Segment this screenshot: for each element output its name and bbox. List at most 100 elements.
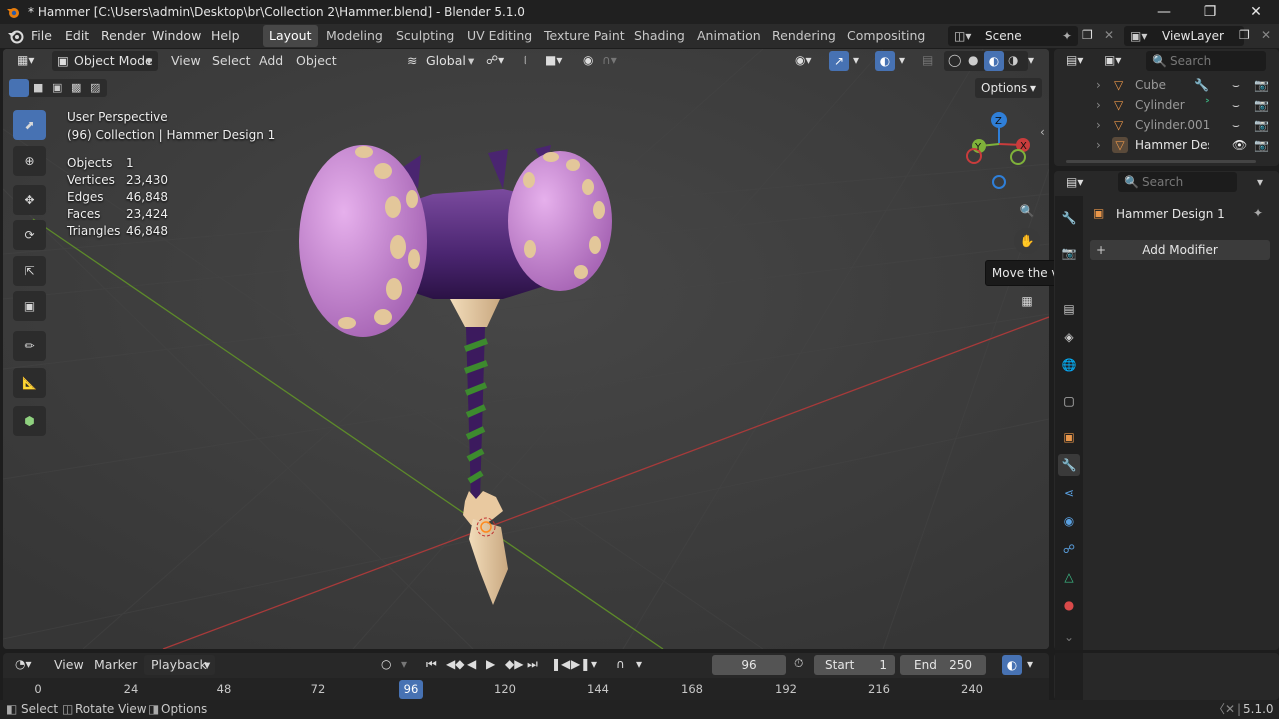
proportional-edit-icon[interactable]: ◉ [583, 53, 593, 67]
delete-scene-icon[interactable]: ✕ [1104, 28, 1114, 42]
playback-dropdown[interactable]: Playback ▾ [144, 655, 215, 675]
tab-compositing[interactable]: Compositing [841, 25, 931, 47]
delete-view-layer-icon[interactable]: ✕ [1261, 28, 1271, 42]
camera-icon[interactable]: 📷 [1254, 115, 1269, 135]
blender-menu-icon[interactable] [7, 28, 25, 47]
material-shading-icon[interactable]: ◐ [984, 51, 1004, 71]
add-cube-tool[interactable]: ⬢ [13, 406, 46, 436]
properties-search-input[interactable]: 🔍 Search [1118, 172, 1237, 192]
gizmo-toggle-icon[interactable]: ↗ [829, 51, 849, 71]
next-keyframe-icon[interactable]: ◆▶ [505, 657, 523, 671]
tab-texture-paint[interactable]: Texture Paint [538, 25, 631, 47]
properties-editor-icon[interactable]: ▤▾ [1066, 175, 1083, 189]
minimize-button[interactable]: — [1141, 0, 1187, 24]
viewport-menu-select[interactable]: Select [212, 52, 251, 70]
tab-shading[interactable]: Shading [628, 25, 691, 47]
prev-keyframe-icon[interactable]: ◀◆ [446, 657, 464, 671]
keying-set-icon[interactable]: ∩ [616, 657, 625, 671]
falloff-icon[interactable]: ∩▾ [602, 53, 617, 67]
pan-view-button[interactable]: ✋ [1014, 228, 1040, 254]
editor-type-icon[interactable]: ▦▾ [17, 53, 34, 67]
tab-particles[interactable]: ⋖ [1058, 482, 1080, 504]
jump-end-icon[interactable]: ⏭ [527, 657, 538, 672]
timeline-menu-marker[interactable]: Marker [94, 657, 137, 672]
tab-material[interactable]: ● [1058, 594, 1080, 616]
pivot-icon[interactable]: ☍▾ [486, 53, 504, 67]
camera-icon[interactable]: 📷 [1254, 75, 1269, 95]
select-new-icon[interactable] [9, 79, 29, 97]
sidebar-toggle-icon[interactable]: ‹ [1040, 125, 1045, 139]
toggle-ortho-button[interactable]: ▦ [1014, 288, 1040, 314]
prev-marker-icon[interactable]: ❚◀ [551, 657, 570, 671]
menu-file[interactable]: File [31, 24, 52, 48]
menu-render[interactable]: Render [101, 24, 146, 48]
solid-shading-icon[interactable]: ● [968, 53, 978, 67]
options-dropdown[interactable]: Options ▾ [975, 78, 1042, 98]
outliner-row[interactable]: › ▽ Cube 🔧 ⌣ 📷 [1056, 75, 1276, 95]
expand-arrow-icon[interactable]: › [1096, 115, 1101, 135]
close-window-button[interactable]: ✕ [1233, 0, 1279, 24]
snap-icon[interactable]: ⧙ [524, 53, 527, 68]
sync-toggle-icon[interactable]: ◐ [1002, 655, 1022, 675]
start-frame-field[interactable]: Start 1 [814, 655, 895, 675]
tab-render[interactable]: 📷 [1058, 242, 1080, 264]
tab-object[interactable]: ▣ [1058, 426, 1080, 448]
tab-layout[interactable]: Layout [263, 25, 318, 47]
timeline-editor-icon[interactable]: ◔▾ [15, 657, 32, 671]
tab-modifiers[interactable]: 🔧 [1058, 454, 1080, 476]
jump-start-icon[interactable]: ⏮ [426, 657, 437, 672]
tab-uv-editing[interactable]: UV Editing [461, 25, 538, 47]
chevron-down-icon[interactable]: ▾ [1257, 175, 1263, 189]
rendered-shading-icon[interactable]: ◑ [1008, 53, 1018, 67]
tab-rendering[interactable]: Rendering [766, 25, 842, 47]
camera-icon[interactable]: 📷 [1254, 135, 1269, 155]
timeline-ruler[interactable] [3, 678, 1049, 700]
snap-target-icon[interactable]: ■▾ [545, 53, 562, 67]
select-box-tool[interactable]: ⬈ [13, 110, 46, 140]
tab-modeling[interactable]: Modeling [320, 25, 389, 47]
tab-tool[interactable]: 🔧 [1058, 207, 1080, 229]
wireframe-shading-icon[interactable]: ◯ [948, 53, 961, 67]
current-frame-field[interactable]: 96 [712, 655, 786, 675]
select-subtract-icon[interactable]: ▣ [52, 81, 62, 94]
auto-keying-icon[interactable]: ○ [381, 657, 391, 671]
visibility-icon[interactable]: ◉▾ [795, 53, 812, 67]
end-frame-field[interactable]: End 250 [900, 655, 986, 675]
select-intersect-icon[interactable]: ▨ [90, 81, 100, 94]
tab-animation[interactable]: Animation [691, 25, 767, 47]
camera-icon[interactable]: 📷 [1254, 95, 1269, 115]
overlay-toggle-icon[interactable]: ◐ [875, 51, 895, 71]
stopwatch-icon[interactable]: ⏱ [794, 656, 803, 671]
maximize-button[interactable]: ❐ [1187, 0, 1233, 24]
measure-tool[interactable]: 📐 [13, 368, 46, 398]
expand-arrow-icon[interactable]: › [1096, 75, 1101, 95]
timeline-menu-view[interactable]: View [54, 657, 84, 672]
new-scene-icon[interactable]: ❐ [1082, 28, 1093, 42]
transform-tool[interactable]: ▣ [13, 291, 46, 321]
select-extend-icon[interactable]: ■ [33, 81, 43, 94]
pin-icon[interactable]: ✦ [1253, 206, 1263, 220]
chevron-down-icon[interactable]: ▾ [591, 657, 597, 671]
menu-edit[interactable]: Edit [65, 24, 89, 48]
tab-view-layer[interactable]: ▤ [1058, 298, 1080, 320]
play-reverse-icon[interactable]: ◀ [467, 657, 476, 671]
chevron-down-icon[interactable]: ▾ [636, 657, 642, 671]
outliner-row[interactable]: › ▽ Cylinder ˃ ⌣ 📷 [1056, 95, 1276, 115]
pin-icon[interactable]: ✦ [1062, 26, 1072, 46]
expand-arrow-icon[interactable]: › [1096, 95, 1101, 115]
outliner-row[interactable]: › ▽ Cylinder.001 ⌣ 📷 [1056, 115, 1276, 135]
outliner-row-selected[interactable]: › ▽ Hammer Desig 👁 📷 [1056, 135, 1276, 155]
menu-window[interactable]: Window [152, 24, 201, 48]
tab-data[interactable]: △ [1058, 566, 1080, 588]
hidden-eye-icon[interactable]: ⌣ [1232, 75, 1240, 95]
menu-help[interactable]: Help [211, 24, 240, 48]
outliner-editor-icon[interactable]: ▤▾ [1066, 53, 1083, 67]
chevron-down-icon[interactable]: ▾ [899, 53, 905, 67]
orientation-dropdown[interactable]: ≋ Global ▾ [404, 51, 478, 71]
expand-arrow-icon[interactable]: › [1096, 135, 1101, 155]
hidden-eye-icon[interactable]: ⌣ [1232, 115, 1240, 135]
tab-scene[interactable]: ◈ [1058, 326, 1080, 348]
cursor-tool[interactable]: ⊕ [13, 146, 46, 176]
viewport-menu-add[interactable]: Add [259, 52, 283, 70]
viewport-menu-object[interactable]: Object [296, 52, 337, 70]
